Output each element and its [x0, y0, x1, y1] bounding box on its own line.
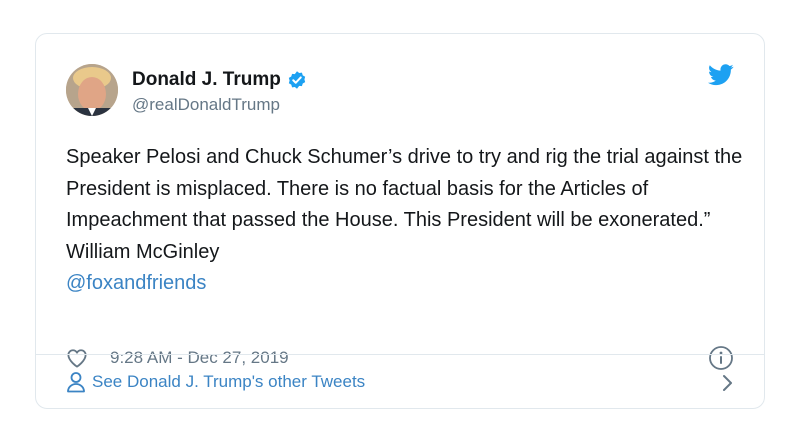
other-tweets-link[interactable]: See Donald J. Trump's other Tweets — [66, 365, 734, 399]
verified-badge-icon — [288, 71, 306, 89]
twitter-bird-icon[interactable] — [708, 64, 734, 86]
tweet-header: Donald J. Trump @realDonaldTrump — [66, 64, 734, 120]
other-tweets-label: See Donald J. Trump's other Tweets — [92, 372, 366, 391]
tweet-body: Speaker Pelosi and Chuck Schumer’s drive… — [66, 142, 746, 300]
tweet-text: Speaker Pelosi and Chuck Schumer’s drive… — [66, 146, 743, 263]
author-handle[interactable]: @realDonaldTrump — [132, 95, 307, 115]
author-name[interactable]: Donald J. Trump — [132, 69, 281, 91]
mention-link[interactable]: @foxandfriends — [66, 268, 746, 300]
avatar[interactable] — [66, 64, 118, 116]
author-info: Donald J. Trump @realDonaldTrump — [132, 68, 307, 115]
chevron-right-icon — [723, 375, 732, 391]
tweet-card: Donald J. Trump @realDonaldTrump Speaker… — [35, 33, 765, 409]
person-icon — [67, 372, 85, 393]
display-name-row: Donald J. Trump — [132, 68, 307, 92]
divider — [36, 354, 764, 355]
